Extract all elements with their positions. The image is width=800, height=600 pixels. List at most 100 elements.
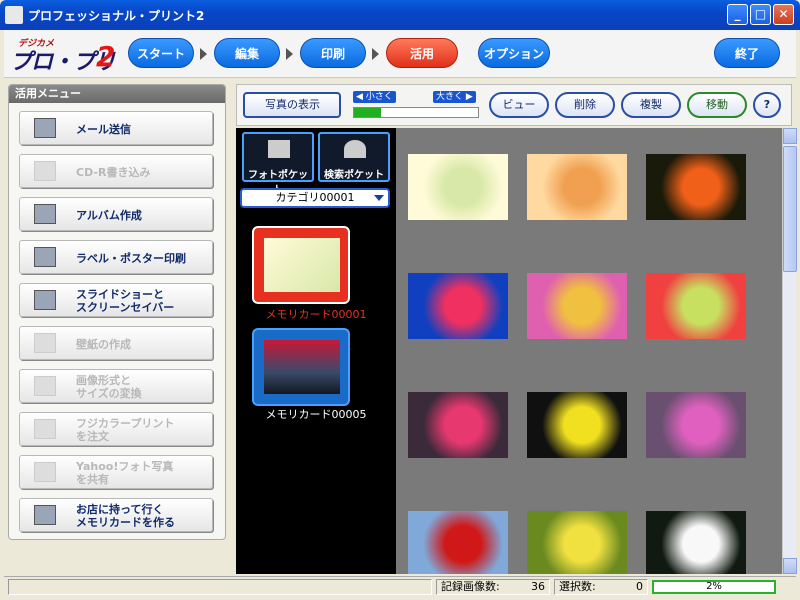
menu-item-label: Yahoo!フォト写真 を共有 — [76, 460, 174, 486]
scroll-up-button[interactable] — [783, 128, 797, 144]
title-bar: プロフェッショナル・プリント2 _ □ ✕ — [0, 0, 800, 30]
recorded-label: 記録画像数: — [441, 580, 500, 593]
scroll-thumb[interactable] — [783, 146, 797, 272]
chevron-down-icon — [374, 195, 384, 201]
menu-item-label: メール送信 — [76, 122, 131, 136]
menu-item[interactable]: お店に持って行く メモリカードを作る — [19, 498, 213, 532]
menu-item[interactable]: CD-R書き込み — [19, 154, 213, 188]
memory-card-item[interactable] — [252, 328, 350, 406]
menu-item-label: フジカラープリント を注文 — [76, 417, 175, 443]
menu-item-icon — [34, 290, 56, 310]
recorded-count-cell: 記録画像数: 36 — [436, 579, 550, 595]
photo-thumbnail[interactable] — [408, 511, 508, 574]
app-logo: デジカメ プロ・プリ 2 — [10, 36, 122, 75]
menu-item[interactable]: アルバム作成 — [19, 197, 213, 231]
category-select-label: カテゴリ00001 — [275, 191, 355, 204]
photo-thumbnail[interactable] — [646, 273, 746, 339]
view-button[interactable]: ビュー — [489, 92, 549, 118]
menu-item[interactable]: Yahoo!フォト写真 を共有 — [19, 455, 213, 489]
arrow-right-icon — [372, 48, 379, 60]
search-pocket-button[interactable]: 検索ポケット — [318, 132, 390, 182]
use-button[interactable]: 活用 — [386, 38, 458, 68]
app-icon — [5, 6, 23, 24]
memory-card-label: メモリカード00001 — [265, 308, 367, 321]
menu-item[interactable]: フジカラープリント を注文 — [19, 412, 213, 446]
photo-thumbnail[interactable] — [408, 273, 508, 339]
progress-text: 2% — [706, 581, 722, 592]
search-pocket-icon — [344, 140, 366, 158]
display-select[interactable]: 写真の表示 — [243, 92, 341, 118]
move-button[interactable]: 移動 — [687, 92, 747, 118]
menu-item-icon — [34, 204, 56, 224]
photo-thumbnail[interactable] — [408, 392, 508, 458]
menu-item[interactable]: 壁紙の作成 — [19, 326, 213, 360]
selected-count-cell: 選択数: 0 — [554, 579, 648, 595]
menu-item-label: 壁紙の作成 — [76, 337, 131, 351]
pocket-panel: フォトポケット 検索ポケット カテゴリ00001 メモリカード00001 メモリ… — [236, 128, 396, 574]
delete-button[interactable]: 削除 — [555, 92, 615, 118]
category-select[interactable]: カテゴリ00001 — [240, 188, 390, 208]
search-pocket-label: 検索ポケット — [324, 170, 384, 181]
menu-item-icon — [34, 333, 56, 353]
copy-button[interactable]: 複製 — [621, 92, 681, 118]
menu-item-icon — [34, 118, 56, 138]
thumbnail-size-slider[interactable] — [353, 107, 479, 118]
menu-item[interactable]: メール送信 — [19, 111, 213, 145]
minimize-button[interactable]: _ — [727, 4, 748, 25]
menu-item-label: お店に持って行く メモリカードを作る — [76, 503, 175, 529]
start-button[interactable]: スタート — [128, 38, 194, 68]
use-menu-panel: 活用メニュー メール送信 CD-R書き込み アルバム作成ラベル・ポスター印刷スライド… — [8, 84, 226, 540]
menu-item-label: CD-R書き込み — [76, 165, 151, 179]
display-select-label: 写真の表示 — [265, 98, 320, 111]
window-title: プロフェッショナル・プリント2 — [28, 9, 205, 23]
memory-card-label: メモリカード00005 — [265, 408, 367, 421]
arrow-right-icon — [200, 48, 207, 60]
menu-item-icon — [34, 505, 56, 525]
photo-thumbnail[interactable] — [646, 392, 746, 458]
edit-button[interactable]: 編集 — [214, 38, 280, 68]
scroll-down-button[interactable] — [783, 558, 797, 574]
status-bar: 記録画像数: 36 選択数: 0 2% — [4, 576, 796, 596]
menu-item-label: アルバム作成 — [76, 208, 142, 222]
slider-fill — [354, 108, 382, 117]
selected-count: 0 — [636, 580, 643, 593]
menu-item-icon — [34, 376, 56, 396]
menu-item-label: スライドショーと スクリーンセイバー — [76, 288, 175, 314]
menu-item-label: 画像形式と サイズの変換 — [76, 374, 142, 400]
nav-bar: デジカメ プロ・プリ 2 スタート 編集 印刷 活用 オプション 終了 — [4, 30, 796, 78]
menu-item-icon — [34, 419, 56, 439]
thumbnail-grid — [396, 128, 782, 574]
selected-label: 選択数: — [559, 580, 596, 593]
memory-card-thumbnail — [264, 340, 340, 394]
photo-thumbnail[interactable] — [646, 511, 746, 574]
photo-thumbnail[interactable] — [527, 392, 627, 458]
menu-item[interactable]: 画像形式と サイズの変換 — [19, 369, 213, 403]
photo-thumbnail[interactable] — [527, 511, 627, 574]
maximize-button[interactable]: □ — [750, 4, 771, 25]
thumbnail-scrollbar[interactable] — [782, 128, 797, 574]
menu-item-icon — [34, 247, 56, 267]
photo-pocket-button[interactable]: フォトポケット — [242, 132, 314, 196]
menu-item-icon — [34, 462, 56, 482]
menu-item-icon — [34, 161, 56, 181]
menu-item[interactable]: スライドショーと スクリーンセイバー — [19, 283, 213, 317]
exit-button[interactable]: 終了 — [714, 38, 780, 68]
photo-thumbnail[interactable] — [527, 273, 627, 339]
larger-button[interactable]: 大きく ▶ — [433, 91, 476, 103]
menu-item[interactable]: ラベル・ポスター印刷 — [19, 240, 213, 274]
use-menu-header: 活用メニュー — [9, 85, 225, 103]
photo-thumbnail[interactable] — [408, 154, 508, 220]
menu-item-label: ラベル・ポスター印刷 — [76, 251, 186, 265]
print-button[interactable]: 印刷 — [300, 38, 366, 68]
close-button[interactable]: ✕ — [773, 4, 794, 25]
photo-toolbar: 写真の表示 ◀ 小さく 大きく ▶ ビュー 削除 複製 移動 ? — [236, 84, 792, 126]
progress-bar: 2% — [652, 580, 776, 594]
smaller-button[interactable]: ◀ 小さく — [353, 91, 396, 103]
photo-thumbnail[interactable] — [527, 154, 627, 220]
photo-thumbnail[interactable] — [646, 154, 746, 220]
memory-card-item[interactable] — [252, 226, 350, 304]
help-button[interactable]: ? — [753, 92, 781, 118]
memory-card-thumbnail — [264, 238, 340, 292]
photo-pocket-icon — [268, 140, 290, 158]
option-button[interactable]: オプション — [478, 38, 550, 68]
